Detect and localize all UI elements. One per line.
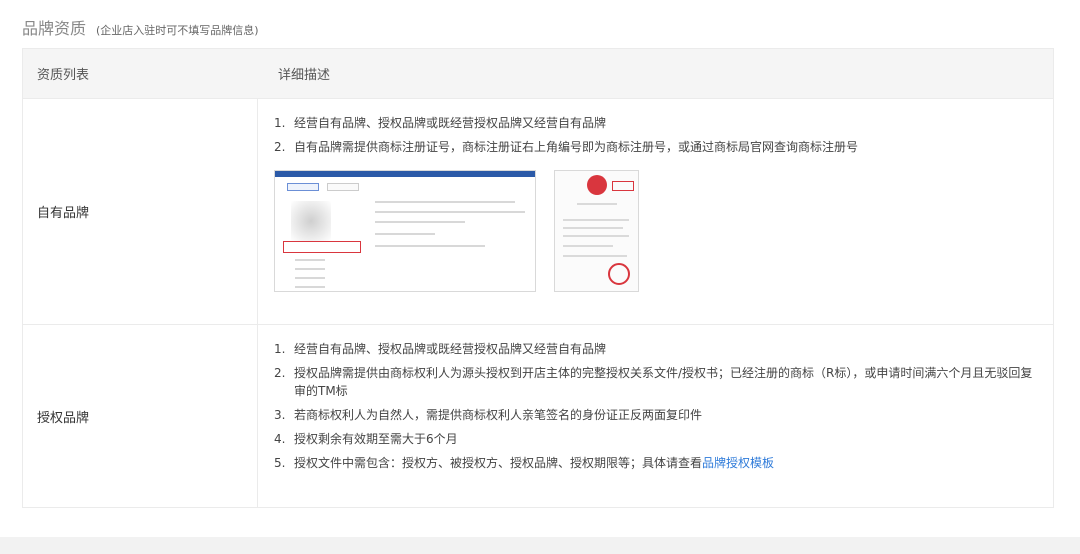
item-number: 4. — [274, 432, 286, 446]
row-name: 自有品牌 — [23, 99, 258, 324]
table-row: 授权品牌 1. 经营自有品牌、授权品牌或既经营授权品牌又经营自有品牌 2. 授权… — [23, 325, 1053, 507]
trademark-certificate-image — [554, 170, 639, 292]
header-detail-description: 详细描述 — [278, 68, 331, 83]
header-qualification-list: 资质列表 — [37, 68, 90, 83]
item-text: 经营自有品牌、授权品牌或既经营授权品牌又经营自有品牌 — [294, 342, 607, 356]
item-number: 2. — [274, 366, 286, 380]
brand-authorization-template-link[interactable]: 品牌授权模板 — [702, 456, 774, 470]
item-number: 1. — [274, 116, 286, 130]
section-header: 品牌资质 (企业店入驻时可不填写品牌信息) — [22, 15, 259, 39]
example-images — [274, 170, 1033, 292]
text-line — [577, 203, 617, 205]
bottom-strip — [0, 537, 1080, 554]
row-description: 1. 经营自有品牌、授权品牌或既经营授权品牌又经营自有品牌 2. 自有品牌需提供… — [258, 99, 1053, 324]
screenshot-tab — [327, 183, 359, 191]
row-name: 授权品牌 — [23, 325, 258, 507]
text-line — [563, 245, 613, 247]
text-line — [375, 245, 485, 247]
item-number: 5. — [274, 456, 286, 470]
brand-qualification-table: 资质列表 详细描述 自有品牌 1. 经营自有品牌、授权品牌或既经营授权品牌又经营… — [22, 48, 1054, 508]
text-line — [563, 255, 627, 257]
list-item: 2. 自有品牌需提供商标注册证号，商标注册证右上角编号即为商标注册号，或通过商标… — [274, 138, 1033, 156]
text-line — [563, 219, 629, 221]
section-title: 品牌资质 — [22, 19, 87, 38]
item-number: 3. — [274, 408, 286, 422]
text-line — [563, 227, 623, 229]
text-line — [375, 233, 435, 235]
table-row: 自有品牌 1. 经营自有品牌、授权品牌或既经营授权品牌又经营自有品牌 2. 自有… — [23, 99, 1053, 325]
highlight-registration-number — [283, 241, 361, 253]
text-line — [295, 259, 325, 261]
item-number: 1. — [274, 342, 286, 356]
list-item: 4. 授权剩余有效期至需大于6个月 — [274, 430, 1033, 448]
list-item: 3. 若商标权利人为自然人，需提供商标权利人亲笔签名的身份证正反两面复印件 — [274, 406, 1033, 424]
item-text: 授权剩余有效期至需大于6个月 — [294, 432, 458, 446]
table-header: 资质列表 详细描述 — [23, 49, 1053, 99]
item-text-body: 授权文件中需包含：授权方、被授权方、授权品牌、授权期限等；具体请查看 — [294, 456, 703, 470]
item-number: 2. — [274, 140, 286, 154]
screenshot-title-bar — [275, 171, 535, 177]
official-seal-icon — [608, 263, 630, 285]
section-subtitle: (企业店入驻时可不填写品牌信息) — [96, 24, 259, 37]
item-text: 自有品牌需提供商标注册证号，商标注册证右上角编号即为商标注册号，或通过商标局官网… — [294, 140, 859, 154]
text-line — [295, 277, 325, 279]
list-item: 2. 授权品牌需提供由商标权利人为源头授权到开店主体的完整授权关系文件/授权书；… — [274, 364, 1033, 400]
text-line — [563, 235, 629, 237]
item-text: 经营自有品牌、授权品牌或既经营授权品牌又经营自有品牌 — [294, 116, 607, 130]
blurred-logo — [291, 201, 331, 241]
description-list: 1. 经营自有品牌、授权品牌或既经营授权品牌又经营自有品牌 2. 自有品牌需提供… — [274, 114, 1033, 156]
text-line — [375, 211, 525, 213]
national-emblem-icon — [587, 175, 607, 195]
list-item: 1. 经营自有品牌、授权品牌或既经营授权品牌又经营自有品牌 — [274, 340, 1033, 358]
item-text: 若商标权利人为自然人，需提供商标权利人亲笔签名的身份证正反两面复印件 — [294, 408, 703, 422]
text-line — [375, 201, 515, 203]
description-list: 1. 经营自有品牌、授权品牌或既经营授权品牌又经营自有品牌 2. 授权品牌需提供… — [274, 340, 1033, 472]
list-item: 5. 授权文件中需包含：授权方、被授权方、授权品牌、授权期限等；具体请查看品牌授… — [274, 454, 1033, 472]
item-text: 授权文件中需包含：授权方、被授权方、授权品牌、授权期限等；具体请查看品牌授权模板 — [294, 454, 1033, 472]
text-line — [295, 268, 325, 270]
screenshot-tab — [287, 183, 319, 191]
list-item: 1. 经营自有品牌、授权品牌或既经营授权品牌又经营自有品牌 — [274, 114, 1033, 132]
highlight-certificate-number — [612, 181, 634, 191]
trademark-query-screenshot — [274, 170, 536, 292]
row-description: 1. 经营自有品牌、授权品牌或既经营授权品牌又经营自有品牌 2. 授权品牌需提供… — [258, 325, 1053, 507]
item-text: 授权品牌需提供由商标权利人为源头授权到开店主体的完整授权关系文件/授权书；已经注… — [294, 366, 1033, 398]
text-line — [375, 221, 465, 223]
text-line — [295, 286, 325, 288]
page: 品牌资质 (企业店入驻时可不填写品牌信息) 资质列表 详细描述 自有品牌 1. … — [0, 0, 1080, 554]
